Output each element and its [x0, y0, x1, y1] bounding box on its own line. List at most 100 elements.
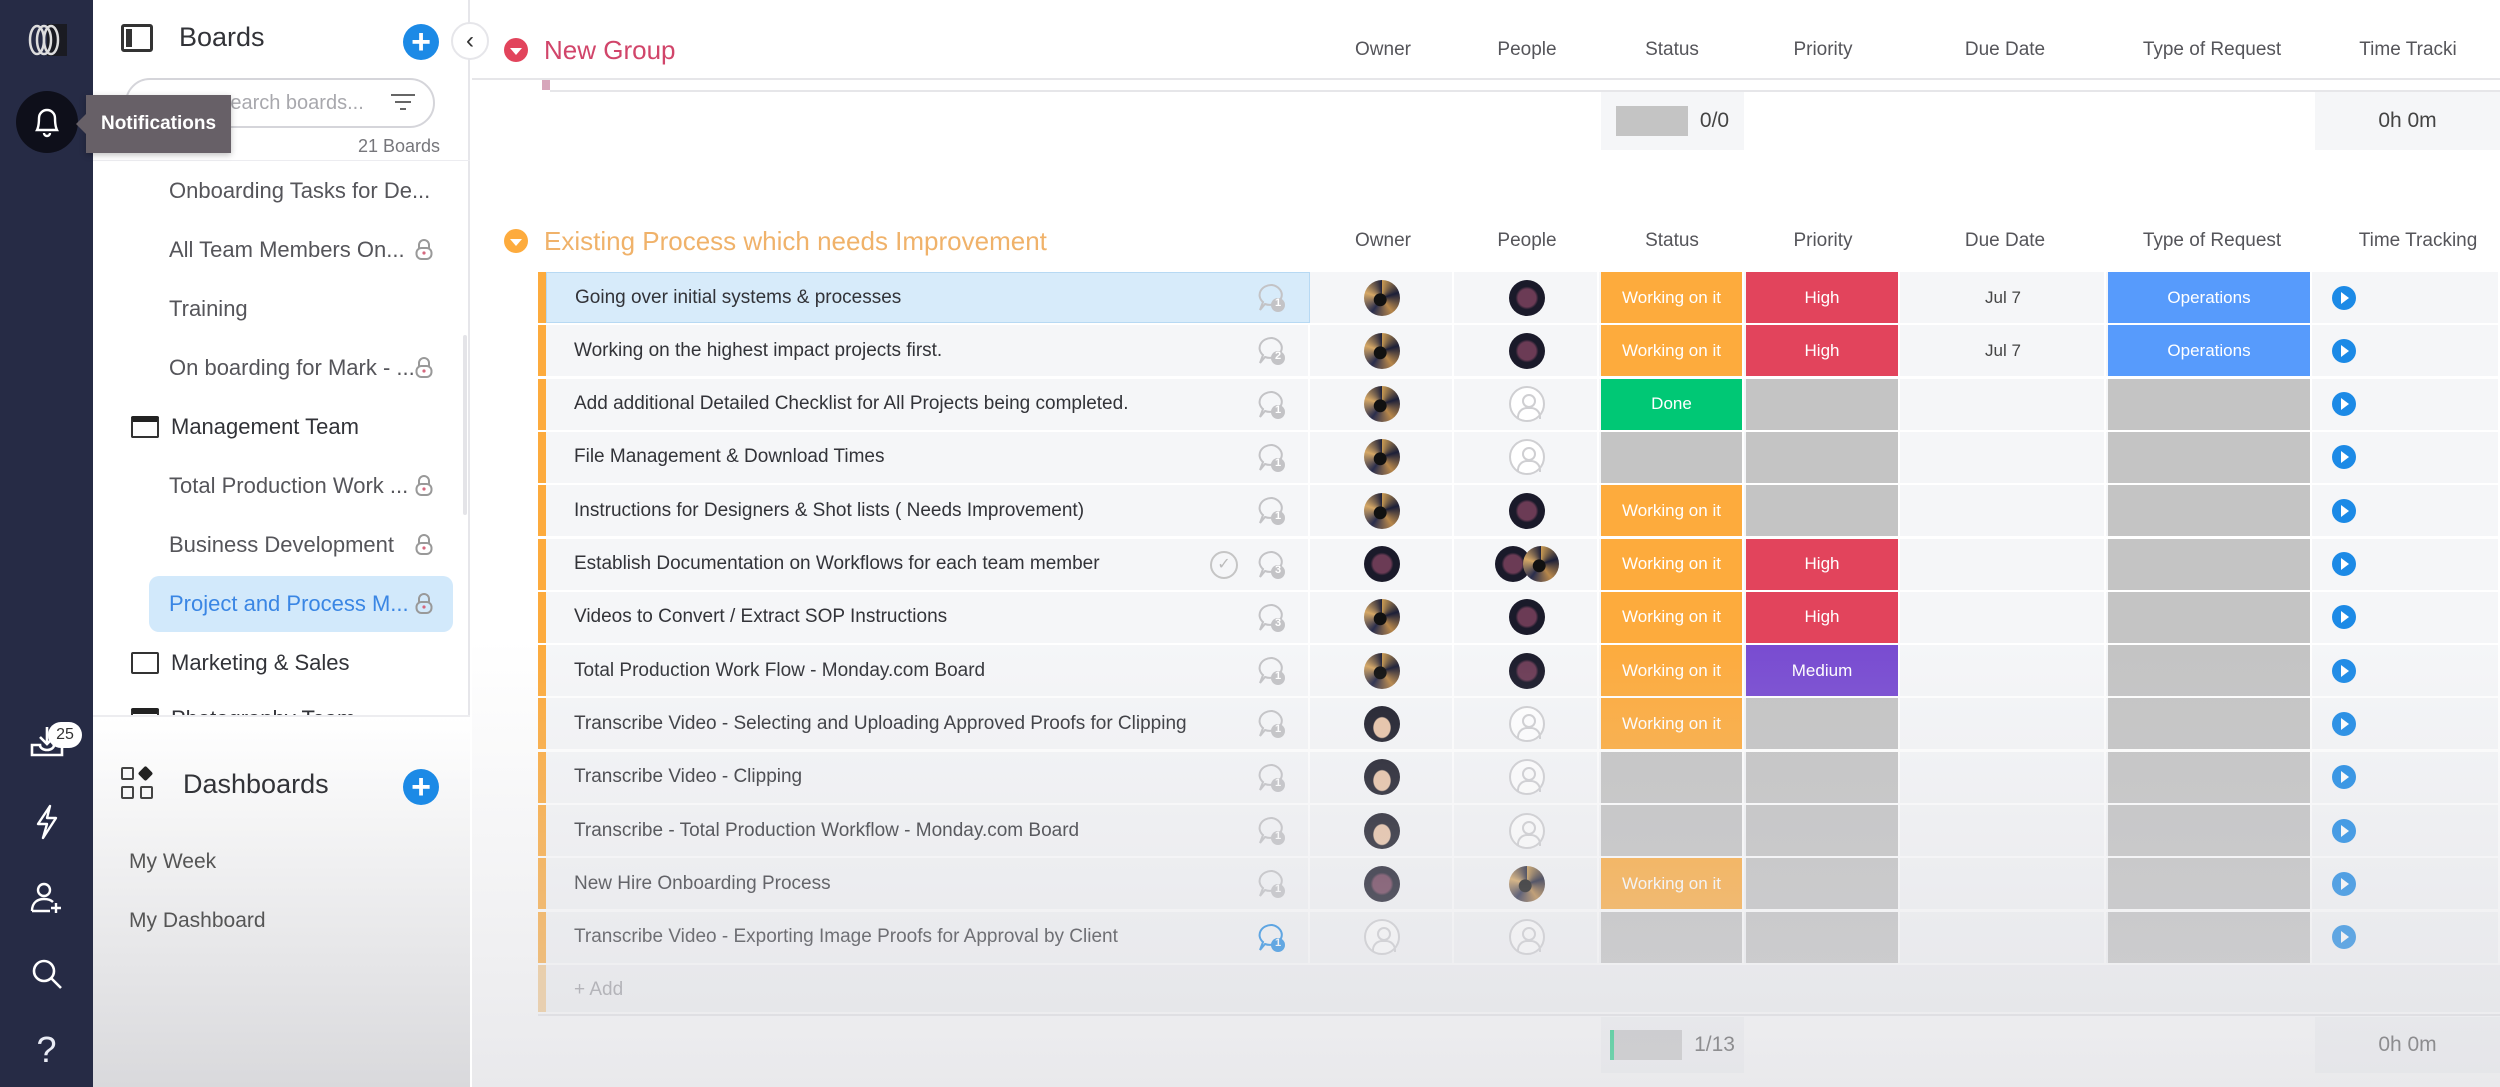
- status-cell[interactable]: Working on it: [1601, 645, 1744, 697]
- task-name[interactable]: Transcribe Video - Clipping: [574, 766, 802, 788]
- owner-cell[interactable]: [1312, 485, 1454, 537]
- task-name-cell[interactable]: Transcribe Video - Exporting Image Proof…: [546, 911, 1310, 963]
- status-cell[interactable]: Working on it: [1601, 485, 1744, 537]
- type-of-request-cell[interactable]: [2108, 911, 2312, 963]
- task-name-cell[interactable]: Transcribe Video - Selecting and Uploadi…: [546, 698, 1310, 750]
- priority-cell[interactable]: [1746, 378, 1900, 430]
- people-cell[interactable]: [1456, 272, 1599, 323]
- task-name-cell[interactable]: Transcribe Video - Clipping: [546, 751, 1310, 803]
- priority-cell[interactable]: [1746, 698, 1900, 750]
- people-cell[interactable]: [1456, 698, 1599, 750]
- time-tracking-cell[interactable]: [2314, 485, 2500, 537]
- integrations-button[interactable]: [0, 792, 93, 852]
- play-timer-icon[interactable]: [2332, 658, 2356, 683]
- people-cell[interactable]: [1456, 591, 1599, 643]
- status-cell[interactable]: [1601, 431, 1744, 483]
- avatar[interactable]: [1522, 546, 1559, 582]
- app-logo[interactable]: [0, 10, 93, 70]
- table-row[interactable]: Instructions for Designers & Shot lists …: [538, 485, 2500, 537]
- status-cell[interactable]: Working on it: [1601, 591, 1744, 643]
- group-title[interactable]: New Group: [544, 35, 676, 66]
- add-board-button[interactable]: +: [403, 24, 439, 60]
- time-tracking-cell[interactable]: [2314, 805, 2500, 856]
- updates-chat-icon[interactable]: 1: [1256, 868, 1288, 900]
- group-title[interactable]: Existing Process which needs Improvement: [544, 226, 1047, 257]
- empty-avatar-icon[interactable]: [1508, 812, 1545, 849]
- people-cell[interactable]: [1456, 538, 1599, 590]
- priority-cell[interactable]: Medium: [1746, 645, 1900, 697]
- people-cell[interactable]: [1456, 325, 1599, 377]
- play-timer-icon[interactable]: [2332, 392, 2356, 417]
- status-cell[interactable]: Working on it: [1601, 272, 1744, 323]
- sidebar-board-item[interactable]: Business Development: [93, 517, 470, 573]
- due-date-cell[interactable]: [1902, 645, 2106, 697]
- add-item-row[interactable]: + Add: [538, 965, 2500, 1012]
- status-cell[interactable]: [1601, 805, 1744, 856]
- status-cell[interactable]: Done: [1601, 378, 1744, 430]
- due-date-cell[interactable]: [1902, 378, 2106, 430]
- column-header-priority[interactable]: Priority: [1793, 39, 1852, 61]
- priority-cell[interactable]: High: [1746, 272, 1900, 323]
- collapse-sidebar-button[interactable]: ‹: [451, 22, 489, 60]
- play-timer-icon[interactable]: [2332, 765, 2356, 790]
- priority-cell[interactable]: High: [1746, 325, 1900, 377]
- task-name[interactable]: Working on the highest impact projects f…: [574, 340, 942, 362]
- play-timer-icon[interactable]: [2332, 552, 2356, 576]
- sidebar-board-item-active[interactable]: Project and Process M...: [93, 576, 470, 632]
- people-cell[interactable]: [1456, 911, 1599, 963]
- owner-cell[interactable]: [1312, 645, 1454, 697]
- priority-cell[interactable]: [1746, 911, 1900, 963]
- time-tracking-cell[interactable]: [2314, 431, 2500, 483]
- avatar[interactable]: [1364, 492, 1400, 529]
- play-timer-icon[interactable]: [2332, 498, 2356, 523]
- column-header-priority[interactable]: Priority: [1793, 230, 1852, 252]
- due-date-cell[interactable]: [1902, 485, 2106, 537]
- due-date-cell[interactable]: Jul 7: [1902, 325, 2106, 377]
- play-timer-icon[interactable]: [2332, 445, 2356, 470]
- avatar[interactable]: [1508, 599, 1545, 636]
- due-date-cell[interactable]: [1902, 751, 2106, 803]
- avatar[interactable]: [1508, 492, 1545, 529]
- avatar[interactable]: [1508, 652, 1545, 689]
- group-header-new-group[interactable]: New Group: [504, 30, 676, 70]
- task-name-cell[interactable]: Establish Documentation on Workflows for…: [546, 538, 1310, 590]
- task-name[interactable]: Establish Documentation on Workflows for…: [574, 553, 1100, 575]
- empty-avatar-icon[interactable]: [1508, 919, 1545, 956]
- table-row[interactable]: Establish Documentation on Workflows for…: [538, 538, 2500, 590]
- add-item-label[interactable]: + Add: [574, 979, 623, 1001]
- column-header-due-date[interactable]: Due Date: [1965, 230, 2045, 252]
- type-of-request-cell[interactable]: [2108, 378, 2312, 430]
- play-timer-icon[interactable]: [2332, 285, 2356, 310]
- avatar[interactable]: [1364, 865, 1400, 902]
- updates-chat-icon[interactable]: 1: [1256, 922, 1288, 954]
- task-name[interactable]: Transcribe Video - Exporting Image Proof…: [574, 926, 1118, 948]
- due-date-cell[interactable]: [1902, 911, 2106, 963]
- avatar[interactable]: [1364, 705, 1400, 742]
- type-of-request-cell[interactable]: [2108, 805, 2312, 856]
- column-header-type-of-request[interactable]: Type of Request: [2143, 39, 2281, 61]
- task-name-cell[interactable]: Instructions for Designers & Shot lists …: [546, 485, 1310, 537]
- task-name-cell[interactable]: Total Production Work Flow - Monday.com …: [546, 645, 1310, 697]
- status-cell[interactable]: [1601, 911, 1744, 963]
- owner-cell[interactable]: [1312, 591, 1454, 643]
- play-timer-icon[interactable]: [2332, 338, 2356, 363]
- updates-chat-icon[interactable]: 1: [1256, 495, 1288, 527]
- owner-cell[interactable]: [1312, 325, 1454, 377]
- empty-avatar-icon[interactable]: [1364, 919, 1400, 956]
- type-of-request-cell[interactable]: [2108, 591, 2312, 643]
- task-name[interactable]: Total Production Work Flow - Monday.com …: [574, 660, 985, 682]
- task-name-cell[interactable]: Transcribe - Total Production Workflow -…: [546, 805, 1310, 856]
- people-cell[interactable]: [1456, 858, 1599, 910]
- type-of-request-cell[interactable]: [2108, 431, 2312, 483]
- sidebar-folder-management-team[interactable]: Management Team: [93, 399, 470, 455]
- empty-avatar-icon[interactable]: [1508, 439, 1545, 476]
- status-cell[interactable]: Working on it: [1601, 325, 1744, 377]
- people-cell[interactable]: [1456, 378, 1599, 430]
- due-date-cell[interactable]: [1902, 591, 2106, 643]
- column-header-type-of-request[interactable]: Type of Request: [2143, 230, 2281, 252]
- play-timer-icon[interactable]: [2332, 925, 2356, 950]
- updates-chat-icon[interactable]: 1: [1256, 762, 1288, 794]
- task-name-cell[interactable]: Videos to Convert / Extract SOP Instruct…: [546, 591, 1310, 643]
- avatar[interactable]: [1364, 279, 1400, 316]
- due-date-cell[interactable]: [1902, 538, 2106, 590]
